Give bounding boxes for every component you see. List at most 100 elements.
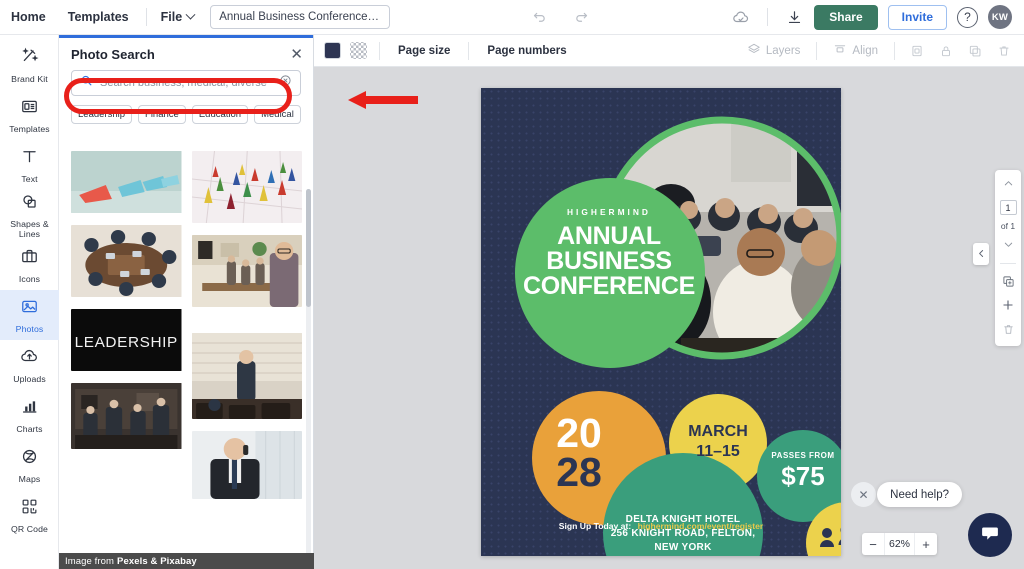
footer-prefix: Image from [65,556,114,567]
panel-title: Photo Search [71,47,155,62]
layers-label: Layers [766,45,801,57]
text-icon [20,147,39,171]
people-group-icon [820,525,841,548]
photo-thumbnail[interactable]: LEADERSHIP [71,309,182,371]
document-title-input[interactable]: Annual Business Conference Even... [210,5,390,29]
poster-text: HIGHERMIND ANNUAL BUSINESS CONFERENCE 20… [481,88,841,556]
zoom-out-button[interactable]: − [862,533,884,555]
svg-text:BUSINESS: BUSINESS [546,247,671,275]
divider [767,8,768,26]
sidebar-item-shapes-lines[interactable]: Shapes & Lines [0,190,59,240]
download-icon[interactable] [784,7,804,27]
svg-text:11–15: 11–15 [696,443,740,460]
chevron-down-icon[interactable] [1003,237,1014,255]
duplicate-icon[interactable] [965,41,985,61]
sidebar-item-label: Charts [16,424,42,434]
sidebar-item-text[interactable]: Text [0,140,59,190]
page-number-input[interactable]: 1 [1000,200,1017,215]
photo-thumbnail[interactable] [71,225,182,297]
fill-color-swatch[interactable] [324,42,341,59]
divider [146,8,147,26]
scrollbar-thumb[interactable] [306,189,311,307]
page-size-button[interactable]: Page size [392,45,456,57]
page-controls-rail: 1 of 1 [995,170,1021,346]
sidebar-item-charts[interactable]: Charts [0,390,59,440]
sidebar-item-label: Text [21,174,37,184]
search-input[interactable]: Search business, medical, diverse [71,70,301,96]
chip-medical[interactable]: Medical [254,105,301,124]
transparency-swatch[interactable] [350,42,367,59]
photo-thumbnail[interactable] [192,333,303,419]
lock-icon[interactable] [936,41,956,61]
cloud-saved-icon[interactable] [731,7,751,27]
delete-page-icon[interactable] [999,320,1017,338]
svg-text:28: 28 [556,449,602,495]
file-menu[interactable]: File [153,10,203,24]
sidebar-item-photos[interactable]: Photos [0,290,59,340]
chat-bubble-button[interactable] [968,513,1012,557]
align-label: Align [852,45,878,57]
need-help-button[interactable]: Need help? [877,482,962,507]
page-numbers-button[interactable]: Page numbers [481,45,572,57]
collapse-panel-button[interactable] [973,243,989,265]
qr-code-icon [20,497,39,521]
chat-bubble-icon [979,522,1001,549]
sidebar-item-templates[interactable]: Templates [0,90,59,140]
sidebar-item-qr-code[interactable]: QR Code [0,490,59,540]
photo-search-panel: Photo Search ✕ Search business, medical,… [59,35,314,569]
nav-templates[interactable]: Templates [57,0,140,35]
position-icon[interactable] [907,41,927,61]
sidebar-item-uploads[interactable]: Uploads [0,340,59,390]
chip-education[interactable]: Education [192,105,248,124]
undo-icon[interactable] [530,7,550,27]
svg-text:$75: $75 [781,461,824,491]
share-button[interactable]: Share [814,5,877,30]
clear-circle-icon[interactable] [279,74,292,92]
panel-scrollbar[interactable] [306,189,311,569]
suggested-chips: Leadership Finance Education Medical [59,96,313,132]
invite-button[interactable]: Invite [888,5,947,30]
svg-text:PASSES FROM: PASSES FROM [771,451,834,460]
redo-icon[interactable] [572,7,592,27]
upload-cloud-icon [20,347,39,371]
chevron-up-icon[interactable] [1003,176,1014,194]
zoom-level-value[interactable]: 62% [884,533,915,555]
sidebar-item-label: Photos [16,324,44,334]
sidebar-item-label: Shapes & Lines [0,219,59,239]
divider [816,42,817,60]
photo-thumbnail[interactable] [71,383,182,449]
sidebar-item-label: Brand Kit [11,74,48,84]
layers-button[interactable]: Layers [743,42,805,59]
duplicate-page-icon[interactable] [999,272,1017,290]
help-icon[interactable]: ? [957,7,978,28]
close-help-button[interactable]: ✕ [851,482,876,507]
magic-wand-icon [20,47,39,71]
photo-thumbnail[interactable] [192,235,303,307]
svg-text:NEW YORK: NEW YORK [654,542,712,553]
search-icon [80,74,93,92]
charts-icon [20,397,39,421]
poster-document[interactable]: HIGHERMIND ANNUAL BUSINESS CONFERENCE 20… [481,88,841,556]
photo-thumbnail[interactable] [71,151,182,213]
sidebar-item-maps[interactable]: Maps [0,440,59,490]
photos-icon [20,297,39,321]
sidebar-item-label: Icons [19,274,40,284]
add-page-icon[interactable] [999,296,1017,314]
trash-icon[interactable] [994,41,1014,61]
sidebar-item-brand-kit[interactable]: Brand Kit [0,40,59,90]
svg-text:LEADERSHIP: LEADERSHIP [75,334,178,351]
photo-results-grid[interactable]: LEADERSHIP [59,142,314,569]
align-button[interactable]: Align [829,42,882,59]
photo-thumbnail[interactable] [192,151,303,223]
nav-home[interactable]: Home [0,0,57,35]
canvas-toolbar: Page size Page numbers Layers Align [314,35,1024,67]
photo-thumbnail[interactable] [192,431,303,499]
close-icon[interactable]: ✕ [290,47,303,62]
left-rail: Brand Kit Templates Text Shapes & Lines [0,35,59,569]
templates-icon [20,97,39,121]
avatar[interactable]: KW [988,5,1012,29]
chip-leadership[interactable]: Leadership [71,105,132,124]
sidebar-item-icons[interactable]: Icons [0,240,59,290]
chip-finance[interactable]: Finance [138,105,186,124]
zoom-in-button[interactable]: + [915,533,937,555]
